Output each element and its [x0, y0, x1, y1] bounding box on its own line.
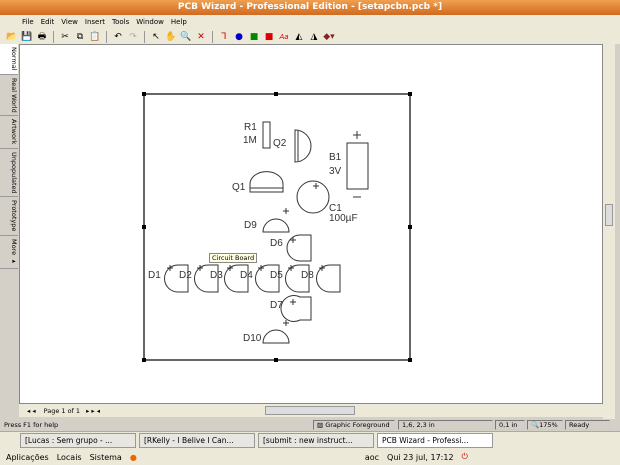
battery-b1	[346, 142, 369, 190]
vertical-scrollbar[interactable]	[603, 44, 615, 419]
label-d2: D2	[179, 270, 192, 281]
task-pcb-wizard[interactable]: PCB Wizard - Professi...	[377, 433, 493, 448]
task-rkelly[interactable]: [RKelly - I Belive I Can...	[139, 433, 255, 448]
power-icon[interactable]: ⏻	[462, 452, 468, 462]
label-r1v: 1M	[243, 135, 257, 146]
status-zoom: 🔍175%	[527, 420, 563, 430]
resistor-r1	[262, 121, 271, 149]
label-c1v: 100µF	[329, 213, 358, 224]
menu-system[interactable]: Sistema	[90, 453, 122, 462]
tooltip: Circuit Board	[209, 253, 258, 263]
label-q1: Q1	[232, 182, 246, 193]
status-help: Press F1 for help	[4, 421, 59, 429]
first-page-button[interactable]: ◂ ◂	[27, 407, 36, 415]
menu-applications[interactable]: Aplicações	[6, 453, 49, 462]
taskbar: [Lucas : Sem grupo - ... [RKelly - I Bel…	[0, 431, 620, 449]
horizontal-bar: ◂ ◂ Page 1 of 1 ▸ ▸ ◂	[19, 404, 603, 417]
label-d7: D7	[270, 300, 283, 311]
task-submit[interactable]: [submit : new instruct...	[258, 433, 374, 448]
label-q2: Q2	[273, 138, 287, 149]
label-r1: R1	[244, 122, 257, 133]
status-layer: ▨ Graphic Foreground	[313, 420, 395, 430]
circuit-board[interactable]: R11M Q2B13VQ1C1100µFD9D6D1 D2 D3 D4 D5 D8D7D10	[0, 0, 620, 465]
horizontal-scrollbar[interactable]	[265, 406, 355, 415]
label-d8: D8	[301, 270, 314, 281]
top-panel: Aplicações Locais Sistema ● aoc Qui 23 j…	[0, 449, 620, 465]
clock[interactable]: Qui 23 jul, 17:12	[387, 453, 454, 462]
label-d1: D1	[148, 270, 161, 281]
label-d5: D5	[270, 270, 283, 281]
task-lucas[interactable]: [Lucas : Sem grupo - ...	[20, 433, 136, 448]
user-name[interactable]: aoc	[365, 453, 379, 462]
label-b1: B1	[329, 152, 342, 163]
page-label: Page 1 of 1	[43, 406, 81, 415]
status-grid: 0,1 in	[495, 420, 525, 430]
firefox-icon[interactable]: ●	[130, 453, 137, 462]
status-state: Ready	[565, 420, 610, 430]
next-page-button[interactable]: ▸ ▸ ◂	[86, 407, 100, 415]
transistor-q2	[294, 129, 312, 163]
label-b1v: 3V	[329, 166, 342, 177]
status-coords: 1,6, 2,3 in	[398, 420, 493, 430]
label-d9: D9	[244, 220, 257, 231]
label-d4: D4	[240, 270, 253, 281]
label-d6: D6	[270, 238, 283, 249]
led-outline	[316, 264, 341, 293]
label-d3: D3	[210, 270, 223, 281]
menu-places[interactable]: Locais	[57, 453, 82, 462]
label-d10: D10	[243, 333, 262, 344]
transistor-q1	[249, 171, 284, 193]
status-bar: Press F1 for help ▨ Graphic Foreground 1…	[0, 419, 620, 431]
